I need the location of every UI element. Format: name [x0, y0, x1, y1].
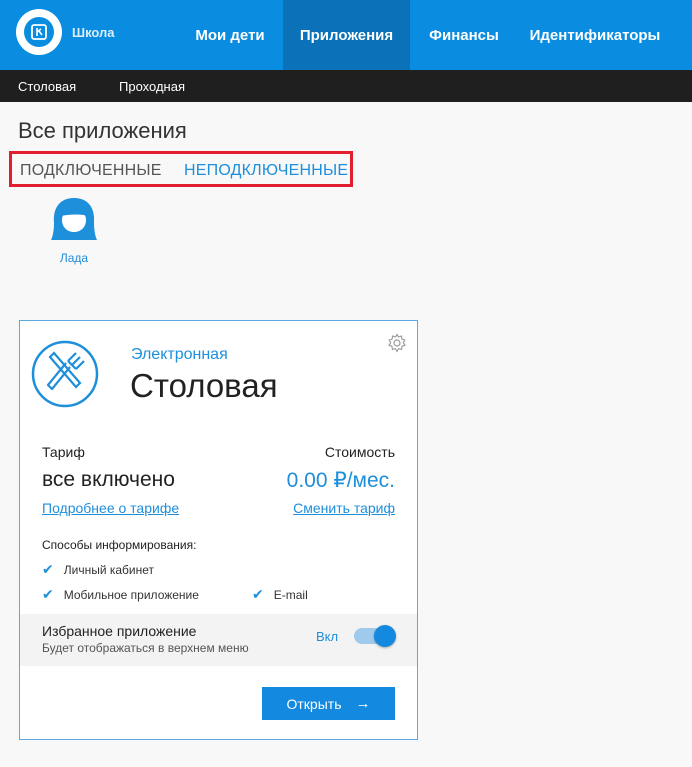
nav-my-children[interactable]: Мои дети — [180, 0, 280, 70]
tariff-label: Тариф — [42, 444, 85, 460]
notify-title: Способы информирования: — [42, 538, 197, 552]
notify-item-cabinet[interactable]: ✔ Личный кабинет — [42, 561, 154, 578]
top-navbar: Школа Мои дети Приложения Финансы Иденти… — [0, 0, 692, 70]
notify-item-email[interactable]: ✔ E-mail — [252, 586, 308, 603]
nav-identifiers[interactable]: Идентификаторы — [510, 0, 680, 70]
notify-label: E-mail — [273, 587, 308, 602]
tab-disconnected[interactable]: НЕПОДКЛЮЧЕННЫЕ — [184, 162, 348, 180]
sub-navbar: Столовая Проходная — [0, 70, 692, 102]
check-icon: ✔ — [42, 586, 54, 602]
tabs-highlight: ПОДКЛЮЧЕННЫЕ НЕПОДКЛЮЧЕННЫЕ — [9, 151, 353, 187]
check-icon: ✔ — [42, 561, 54, 577]
child-name: Лада — [59, 251, 89, 265]
page-title: Все приложения — [18, 118, 187, 143]
nav-applications[interactable]: Приложения — [283, 0, 410, 70]
fork-knife-icon — [30, 339, 100, 414]
logo-text: Школа — [72, 24, 115, 40]
child-avatar-icon — [51, 198, 97, 240]
cost-label: Стоимость — [324, 444, 395, 460]
tab-connected[interactable]: ПОДКЛЮЧЕННЫЕ — [20, 162, 162, 180]
check-icon: ✔ — [252, 586, 264, 602]
child-selector[interactable]: Лада — [48, 194, 100, 265]
favorite-subtitle: Будет отображаться в верхнем меню — [42, 641, 249, 655]
subnav-checkpoint[interactable]: Проходная — [119, 79, 185, 94]
open-button-label: Открыть — [286, 695, 342, 712]
arrow-right-icon: → — [355, 695, 371, 712]
favorite-state-label: Вкл — [316, 629, 339, 644]
logo-icon — [16, 9, 62, 55]
notify-label: Личный кабинет — [63, 562, 155, 577]
notify-label: Мобильное приложение — [63, 587, 199, 602]
favorite-title: Избранное приложение — [42, 623, 197, 639]
app-title: Столовая — [130, 367, 278, 404]
change-tariff-link[interactable]: Сменить тариф — [293, 500, 395, 516]
tariff-value: все включено — [42, 468, 175, 491]
nav-finances[interactable]: Финансы — [418, 0, 510, 70]
subnav-canteen[interactable]: Столовая — [18, 79, 76, 94]
favorite-toggle[interactable] — [352, 624, 397, 648]
cost-value: 0.00 ₽/мес. — [286, 469, 395, 492]
app-subtitle: Электронная — [131, 346, 228, 363]
open-button[interactable]: Открыть → — [262, 687, 395, 720]
gear-icon[interactable] — [387, 333, 407, 358]
school-logo[interactable]: Школа — [16, 9, 115, 55]
favorite-row: Избранное приложение Будет отображаться … — [20, 614, 417, 666]
notify-item-mobile[interactable]: ✔ Мобильное приложение — [42, 586, 199, 603]
tariff-details-link[interactable]: Подробнее о тарифе — [42, 500, 179, 516]
app-card-canteen: Электронная Столовая Тариф Стоимость все… — [19, 320, 418, 740]
